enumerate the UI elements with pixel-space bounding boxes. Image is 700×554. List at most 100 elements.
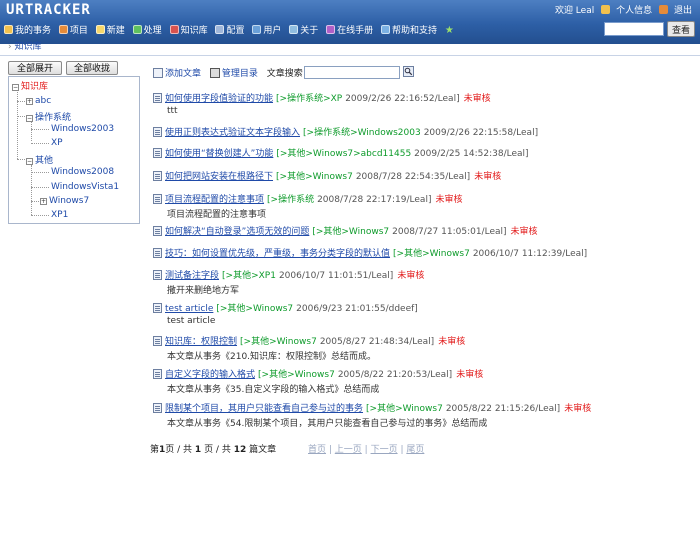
status-badge: 未审核 xyxy=(438,337,466,347)
document-icon xyxy=(153,226,162,236)
article-category: [>操作系统 xyxy=(267,195,315,205)
nav-about[interactable]: 关于 xyxy=(289,23,318,36)
article-search-input[interactable] xyxy=(304,66,400,79)
status-badge: 未审核 xyxy=(397,271,425,281)
nav-projects[interactable]: 项目 xyxy=(58,23,88,36)
total-pages: 1 xyxy=(194,445,202,455)
nav-new[interactable]: 新建 xyxy=(95,23,125,36)
article-meta: 2009/2/26 22:15:58/Leal] xyxy=(423,128,539,138)
profile-link[interactable]: 个人信息 xyxy=(601,3,652,16)
nav-my-tasks[interactable]: 我的事务 xyxy=(4,23,51,36)
tree-line xyxy=(31,172,49,173)
pager-text: 篇文章 xyxy=(249,445,277,455)
check-icon xyxy=(132,25,142,34)
expand-toggle-icon[interactable]: + xyxy=(40,198,47,205)
search-input[interactable] xyxy=(604,22,664,36)
first-page-link[interactable]: 首页 xyxy=(308,445,326,455)
article-category: [>其他>XP1 xyxy=(222,271,276,281)
tree-line xyxy=(17,101,25,102)
article-title-link[interactable]: 如何使用字段值验证的功能 xyxy=(165,94,273,104)
nav-online-manual[interactable]: 在线手册 xyxy=(326,23,373,36)
article-title-link[interactable]: 如何解决“自动登录”选项无效的问题 xyxy=(165,227,309,237)
tree-node-windowsvista1[interactable]: WindowsVista1 xyxy=(51,182,119,192)
article-title-link[interactable]: 测试备注字段 xyxy=(165,271,219,281)
new-icon xyxy=(95,25,105,34)
tree-line xyxy=(31,187,49,188)
tree-node-os[interactable]: − 操作系统 xyxy=(26,110,71,123)
welcome-text: 欢迎 Leal xyxy=(554,6,595,16)
nav-help-support[interactable]: 帮助和支持 xyxy=(381,23,437,36)
tree-node-winows7[interactable]: + Winows7 xyxy=(40,196,89,206)
article-meta: 2005/8/27 21:48:34/Leal] xyxy=(319,337,435,347)
article-category: [>其他>Winows7 xyxy=(216,304,294,314)
collapse-toggle-icon[interactable]: − xyxy=(26,158,33,165)
article-title-link[interactable]: 如何把网站安装在根路径下 xyxy=(165,172,273,182)
next-page-link[interactable]: 下一页 xyxy=(371,445,398,455)
article-title-link[interactable]: 使用正则表达式验证文本字段输入 xyxy=(165,128,300,138)
tree-line xyxy=(31,143,49,144)
collapse-all-button[interactable]: 全部收拢 xyxy=(66,61,118,75)
article-category: [>其他>Winows7 xyxy=(240,337,317,347)
status-badge: 未审核 xyxy=(474,172,502,182)
tree-node-other[interactable]: − 其他 xyxy=(26,153,53,166)
breadcrumb-knowledge-base[interactable]: 知识库 xyxy=(14,42,41,52)
article-item: 如何把网站安装在根路径下 [>其他>Winows7 2008/7/28 22:54:… xyxy=(153,169,501,182)
tree-node-windows2003[interactable]: Windows2003 xyxy=(51,124,114,134)
search-icon[interactable] xyxy=(403,66,414,77)
status-badge: 未审核 xyxy=(463,94,491,104)
project-icon xyxy=(58,25,68,34)
tree-node-abc[interactable]: + abc xyxy=(26,96,51,106)
article-meta: 2008/7/28 22:54:35/Leal] xyxy=(355,172,471,182)
article-title-link[interactable]: 技巧：如何设置优先级，严重级，事务分类字段的默认值 xyxy=(165,249,390,259)
nav-users[interactable]: 用户 xyxy=(252,23,281,36)
pagination-info: 第1页 / 共 1 页 / 共 12 篇文章 xyxy=(150,442,276,455)
tree-node-xp1[interactable]: XP1 xyxy=(51,210,68,220)
user-icon xyxy=(601,5,611,14)
document-icon xyxy=(153,303,162,313)
collapse-toggle-icon[interactable]: − xyxy=(26,115,33,122)
nav-config[interactable]: 配置 xyxy=(215,23,244,36)
article-summary: ttt xyxy=(167,106,178,116)
tree-line xyxy=(17,116,25,117)
nav-process[interactable]: 处理 xyxy=(132,23,162,36)
tree-node-root[interactable]: − 知识库 xyxy=(12,79,48,92)
article-title-link[interactable]: 如何使用“替换创建人”功能 xyxy=(165,149,273,159)
home-icon xyxy=(4,25,13,34)
total-articles: 12 xyxy=(233,445,247,455)
folder-tree-icon xyxy=(209,68,220,78)
document-icon xyxy=(153,403,162,413)
article-item: 自定义字段的输入格式 [>其他>Winows7 2005/8/22 21:20:53… xyxy=(153,367,483,380)
nav-knowledge-base[interactable]: 知识库 xyxy=(169,23,208,36)
article-meta: 2005/8/22 21:15:26/Leal] xyxy=(445,404,561,414)
tree-node-xp[interactable]: XP xyxy=(51,138,63,148)
article-summary: 本文章从事务《35.自定义字段的输入格式》总结而成 xyxy=(167,385,380,395)
logout-link[interactable]: 退出 xyxy=(658,3,692,16)
article-title-link[interactable]: 限制某个项目，其用户只能查看自己参与过的事务 xyxy=(165,404,363,414)
article-summary: 本文章从事务《210.知识库：权限控制》总结而成。 xyxy=(167,352,377,362)
article-title-link[interactable]: 自定义字段的输入格式 xyxy=(165,370,255,380)
article-title-link[interactable]: 项目流程配置的注意事项 xyxy=(165,195,264,205)
expand-toggle-icon[interactable]: + xyxy=(26,98,33,105)
document-icon xyxy=(153,369,162,379)
article-title-link[interactable]: 知识库：权限控制 xyxy=(165,337,237,347)
add-article-link[interactable]: 添加文章 xyxy=(153,68,207,79)
tree-node-windows2008[interactable]: Windows2008 xyxy=(51,167,114,177)
search-button[interactable]: 查看 xyxy=(667,21,695,37)
manual-icon xyxy=(326,25,336,34)
nav-favorite[interactable]: ★ xyxy=(445,25,454,36)
expand-all-button[interactable]: 全部展开 xyxy=(8,61,62,75)
article-meta: 2009/2/26 22:16:52/Leal] xyxy=(345,94,460,104)
prev-page-link[interactable]: 上一页 xyxy=(335,445,362,455)
last-page-link[interactable]: 尾页 xyxy=(406,445,424,455)
article-meta: 2008/7/27 11:05:01/Leal] xyxy=(392,227,507,237)
manage-directory-link[interactable]: 管理目录 xyxy=(209,68,264,79)
collapse-toggle-icon[interactable]: − xyxy=(12,84,19,91)
article-summary: 本文章从事务《54.限制某个项目，其用户只能查看自己参与过的事务》总结而成 xyxy=(167,419,488,429)
tree-line xyxy=(17,159,25,160)
article-title-link[interactable]: test article xyxy=(165,304,213,314)
article-category: [>其他>Winows7 xyxy=(393,249,470,259)
star-icon: ★ xyxy=(444,25,454,36)
article-meta: 2009/2/25 14:52:38/Leal] xyxy=(414,149,529,159)
app-logo: URTRACKER xyxy=(6,2,91,18)
article-category: [>其他>Winows7 xyxy=(276,172,353,182)
